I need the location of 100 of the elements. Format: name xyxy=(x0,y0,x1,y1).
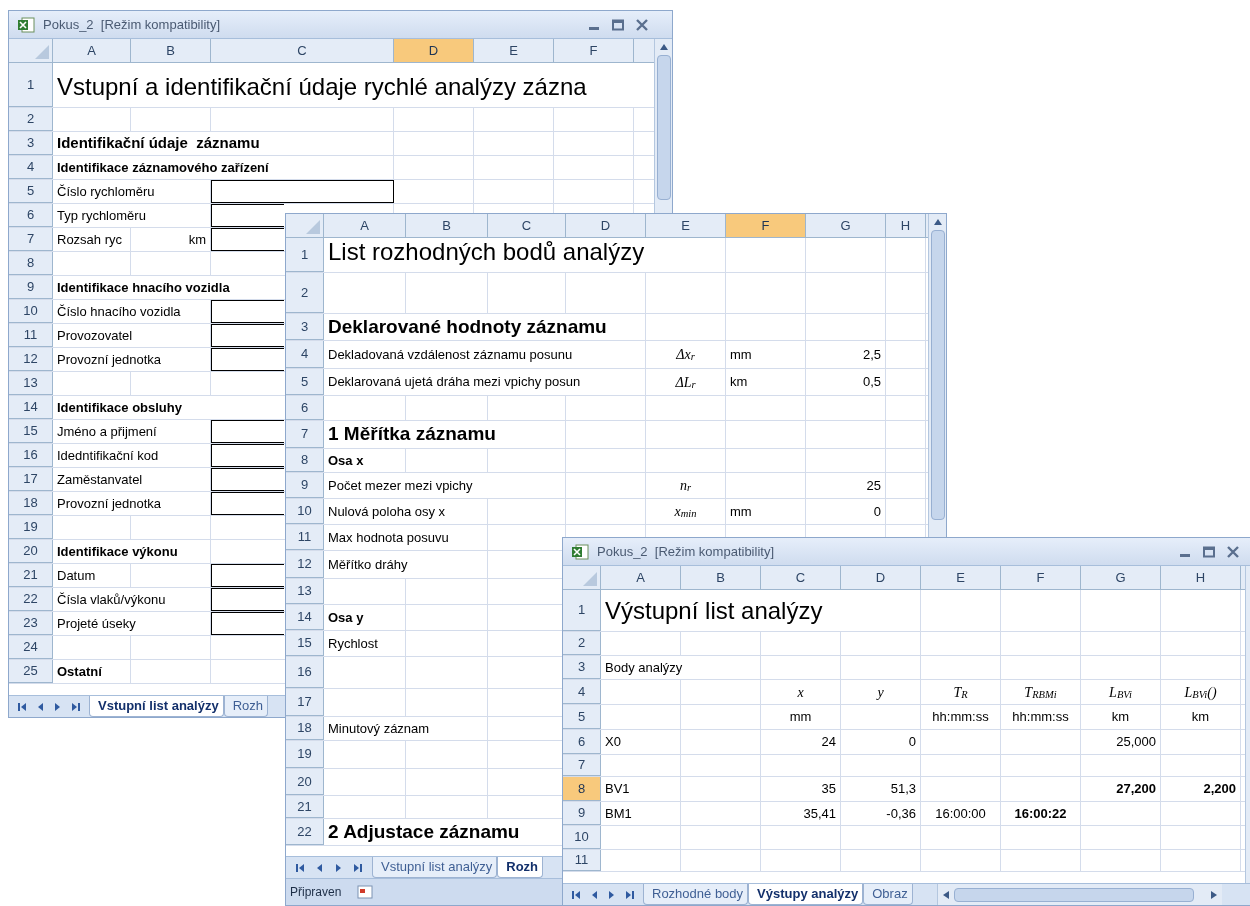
section-heading: Ostatní xyxy=(53,660,131,683)
row-header[interactable]: 25 xyxy=(9,660,53,683)
row-header[interactable]: 4 xyxy=(563,680,601,704)
row-header[interactable]: 6 xyxy=(563,730,601,754)
row-header[interactable]: 1 xyxy=(286,238,324,272)
sheet-tab[interactable]: Vstupní list analýzy xyxy=(372,857,498,878)
row-header[interactable]: 6 xyxy=(9,204,53,227)
row-header[interactable]: 12 xyxy=(286,551,324,578)
row-header[interactable]: 15 xyxy=(286,631,324,656)
row-header[interactable]: 22 xyxy=(9,588,53,611)
row-header[interactable]: 19 xyxy=(286,741,324,768)
row-header[interactable]: 24 xyxy=(9,636,53,659)
row-label: Dekladovaná vzdálenost záznamu posunu xyxy=(324,341,646,368)
row-header[interactable]: 8 xyxy=(286,449,324,472)
row-label: Počet mezer mezi vpichy xyxy=(324,473,566,498)
symbol-label: Δx$_{r}$ xyxy=(646,341,726,368)
row-header[interactable]: 6 xyxy=(286,396,324,420)
row-header[interactable]: 5 xyxy=(286,369,324,395)
row-header[interactable]: 20 xyxy=(9,540,53,563)
row-header[interactable]: 7 xyxy=(286,421,324,448)
row-header[interactable]: 17 xyxy=(286,689,324,716)
row-label: Měřítko dráhy xyxy=(324,551,488,578)
section-heading: 1 Měřítka záznamu xyxy=(324,421,566,448)
cell-value: hh:mm:ss xyxy=(921,705,1001,729)
row-header[interactable]: 10 xyxy=(9,300,53,323)
row-header[interactable]: 11 xyxy=(286,525,324,550)
row-header[interactable]: 23 xyxy=(9,612,53,635)
row-header[interactable]: 12 xyxy=(9,348,53,371)
sheet-tab[interactable]: Rozhodné body xyxy=(643,884,749,905)
row-header[interactable]: 8 xyxy=(9,252,53,275)
row-header[interactable]: 3 xyxy=(563,656,601,679)
row-header[interactable]: 18 xyxy=(9,492,53,515)
symbol-label: L$_{BVi}$() xyxy=(1161,680,1241,704)
row-header[interactable]: 9 xyxy=(286,473,324,498)
row-label: Nulová poloha osy x xyxy=(324,499,488,524)
symbol-label: n$_{r}$ xyxy=(646,473,726,498)
row-header[interactable]: 21 xyxy=(286,796,324,818)
row-header[interactable]: 18 xyxy=(286,717,324,740)
row-header[interactable]: 14 xyxy=(286,605,324,630)
cell-value: 0,5 xyxy=(806,369,886,395)
row-header[interactable]: 4 xyxy=(9,156,53,179)
row-header[interactable]: 9 xyxy=(563,802,601,825)
cell-value: km xyxy=(131,228,211,251)
cell-value: 2,200 xyxy=(1161,777,1241,801)
row-header[interactable]: 7 xyxy=(563,755,601,776)
row-header[interactable]: 1 xyxy=(563,590,601,631)
row-header[interactable]: 17 xyxy=(9,468,53,491)
row-header[interactable]: 14 xyxy=(9,396,53,419)
row-header[interactable]: 3 xyxy=(286,314,324,340)
row-label: Projeté úseky xyxy=(53,612,211,635)
row-header[interactable]: 13 xyxy=(9,372,53,395)
row-label: mm xyxy=(726,341,806,368)
sheet-tab[interactable]: Vstupní list analýzy xyxy=(89,696,224,717)
cell-value: 25 xyxy=(806,473,886,498)
row-header[interactable]: 2 xyxy=(9,108,53,131)
row-header[interactable]: 13 xyxy=(286,579,324,604)
row-label: Minutový záznam xyxy=(324,717,488,740)
symbol-label: T$_{R}$ xyxy=(921,680,1001,704)
status-text: Připraven xyxy=(290,884,342,901)
sheet-tab[interactable]: Rozh xyxy=(497,857,544,878)
row-header[interactable]: 15 xyxy=(9,420,53,443)
row-header[interactable]: 22 xyxy=(286,819,324,845)
row-header[interactable]: 5 xyxy=(9,180,53,203)
sheet-tab[interactable]: Výstupy analýzy xyxy=(748,884,864,905)
section-heading: Deklarované hodnoty záznamu xyxy=(324,314,646,340)
column-header[interactable]: D xyxy=(394,39,474,62)
row-header[interactable]: 10 xyxy=(563,826,601,849)
row-label: Čísla vlaků/výkonu xyxy=(53,588,211,611)
symbol-label: x xyxy=(761,680,841,704)
row-header[interactable]: 5 xyxy=(563,705,601,729)
row-label: Rozsah ryc xyxy=(53,228,131,251)
row-header[interactable]: 1 xyxy=(9,63,53,107)
row-header[interactable]: 10 xyxy=(286,499,324,524)
column-header[interactable]: F xyxy=(726,214,806,237)
row-header[interactable]: 7 xyxy=(9,228,53,251)
row-header[interactable]: 16 xyxy=(286,657,324,688)
row-header[interactable]: 11 xyxy=(563,850,601,871)
symbol-label: x$_{min}$ xyxy=(646,499,726,524)
row-header[interactable]: 9 xyxy=(9,276,53,299)
cell-value: 27,200 xyxy=(1081,777,1161,801)
row-header[interactable]: 4 xyxy=(286,341,324,368)
row-header[interactable]: 21 xyxy=(9,564,53,587)
sheet-tab[interactable]: Rozh xyxy=(223,696,268,717)
symbol-label: L$_{BVi}$ xyxy=(1081,680,1161,704)
sheet-tab[interactable]: Obraz xyxy=(863,884,913,905)
row-header[interactable]: 16 xyxy=(9,444,53,467)
row-header[interactable]: 20 xyxy=(286,769,324,795)
row-label: Deklarovaná ujetá dráha mezi vpichy posun xyxy=(324,369,646,395)
window-title: Pokus_2 [Režim kompatibility] xyxy=(597,542,774,561)
cell-value: -0,36 xyxy=(841,802,921,825)
row-header[interactable]: 2 xyxy=(286,273,324,313)
row-header[interactable]: 2 xyxy=(563,632,601,655)
row-header[interactable]: 3 xyxy=(9,132,53,155)
row-header[interactable]: 11 xyxy=(9,324,53,347)
row-header[interactable]: 19 xyxy=(9,516,53,539)
symbol-label: ΔL$_{r}$ xyxy=(646,369,726,395)
row-label: Body analýzy xyxy=(601,656,761,679)
section-heading: Osa x xyxy=(324,449,406,472)
cell-value: 16:00:22 xyxy=(1001,802,1081,825)
row-header[interactable]: 8 xyxy=(563,777,601,801)
